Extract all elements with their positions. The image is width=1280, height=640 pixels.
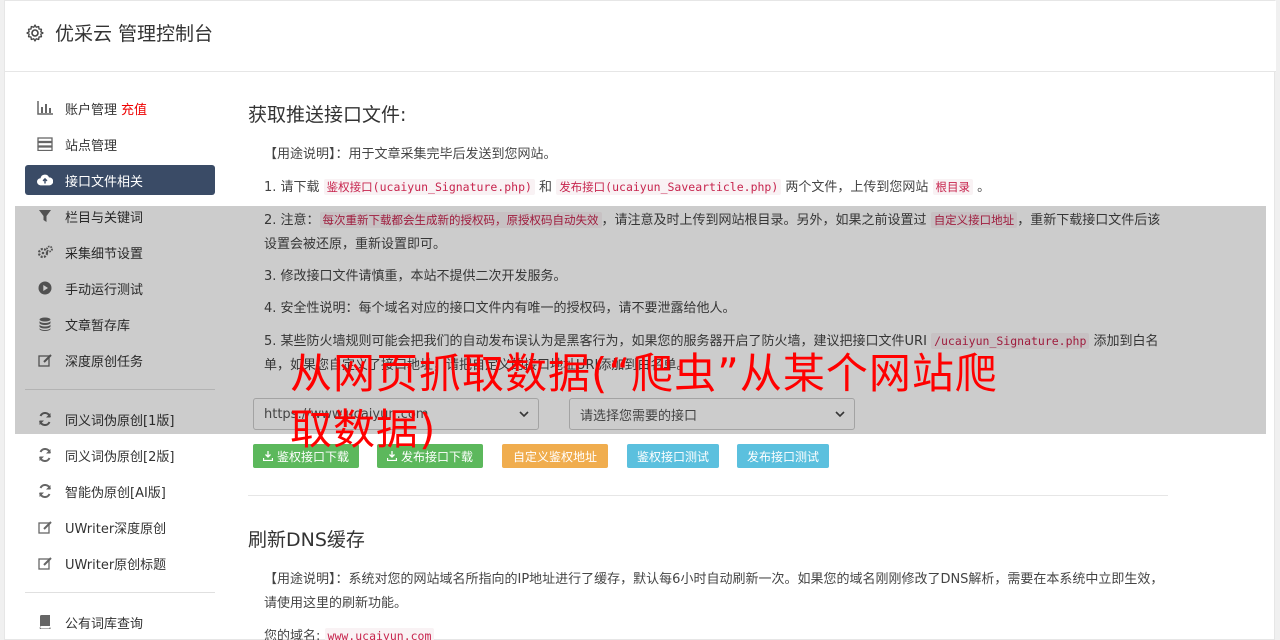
section-title-api-files: 获取推送接口文件:	[248, 104, 407, 126]
cloud-upload-icon	[37, 172, 53, 188]
sidebar-item-label: UWriter原创标题	[65, 557, 167, 573]
domain-value: www.ucaiyun.com	[324, 628, 435, 640]
refresh-icon	[37, 483, 53, 499]
sidebar-divider	[25, 592, 215, 593]
header: 优采云 管理控制台	[5, 1, 1276, 72]
root-dir: 根目录	[932, 179, 974, 195]
recharge-link[interactable]: 充值	[121, 99, 147, 118]
sidebar-item-label: 接口文件相关	[65, 174, 144, 190]
server-icon	[37, 136, 53, 152]
sidebar-item-api-files[interactable]: 接口文件相关	[25, 165, 215, 195]
domain-label: 您的域名:	[264, 629, 321, 640]
sidebar-item-ai-rewrite[interactable]: 智能伪原创[AI版]	[25, 476, 215, 506]
domain-row: 您的域名: www.ucaiyun.com	[248, 624, 1168, 640]
sidebar-item-label: 站点管理	[65, 138, 118, 154]
usage-text: 【用途说明】：用于文章采集完毕后发送到您网站。	[264, 147, 557, 162]
auth-file-name: 鉴权接口(ucaiyun_Signature.php)	[323, 179, 535, 195]
sidebar-item-label: 智能伪原创[AI版]	[65, 485, 166, 501]
book-icon	[37, 614, 53, 630]
edit-icon	[37, 519, 53, 535]
sidebar-item-uwriter-title[interactable]: UWriter原创标题	[25, 548, 215, 578]
edit-icon	[37, 555, 53, 571]
sidebar-item-label: 同义词伪原创[2版]	[65, 449, 175, 465]
sidebar-item-label: UWriter深度原创	[65, 521, 167, 537]
page-title: 优采云 管理控制台	[55, 23, 214, 45]
download-icon	[262, 451, 273, 461]
section-divider	[248, 495, 1168, 496]
publish-file-name: 发布接口(ucaiyun_Savearticle.php)	[556, 179, 782, 195]
sidebar-item-synonym-v2[interactable]: 同义词伪原创[2版]	[25, 440, 215, 470]
section-title-dns: 刷新DNS缓存	[248, 529, 365, 551]
sidebar-item-label: 账户管理	[65, 102, 118, 118]
bar-chart-icon	[37, 100, 53, 116]
step-1: 1. 请下载 鉴权接口(ucaiyun_Signature.php) 和 发布接…	[264, 179, 991, 195]
dns-usage-text: 【用途说明】：系统对您的网站域名所指向的IP地址进行了缓存，默认每6小时自动刷新…	[264, 572, 1164, 611]
sidebar-item-public-lexicon[interactable]: 公有词库查询	[25, 607, 215, 637]
watermark-text: 从网页抓取数据(“爬虫”从某个网站爬取数据)	[290, 349, 998, 454]
sidebar-item-account[interactable]: 账户管理 充值	[25, 93, 215, 123]
gear-icon	[26, 24, 44, 42]
sidebar-item-label: 公有词库查询	[65, 616, 144, 632]
refresh-icon	[37, 447, 53, 463]
sidebar-item-uwriter-deep[interactable]: UWriter深度原创	[25, 512, 215, 542]
sidebar-item-sites[interactable]: 站点管理	[25, 129, 215, 159]
